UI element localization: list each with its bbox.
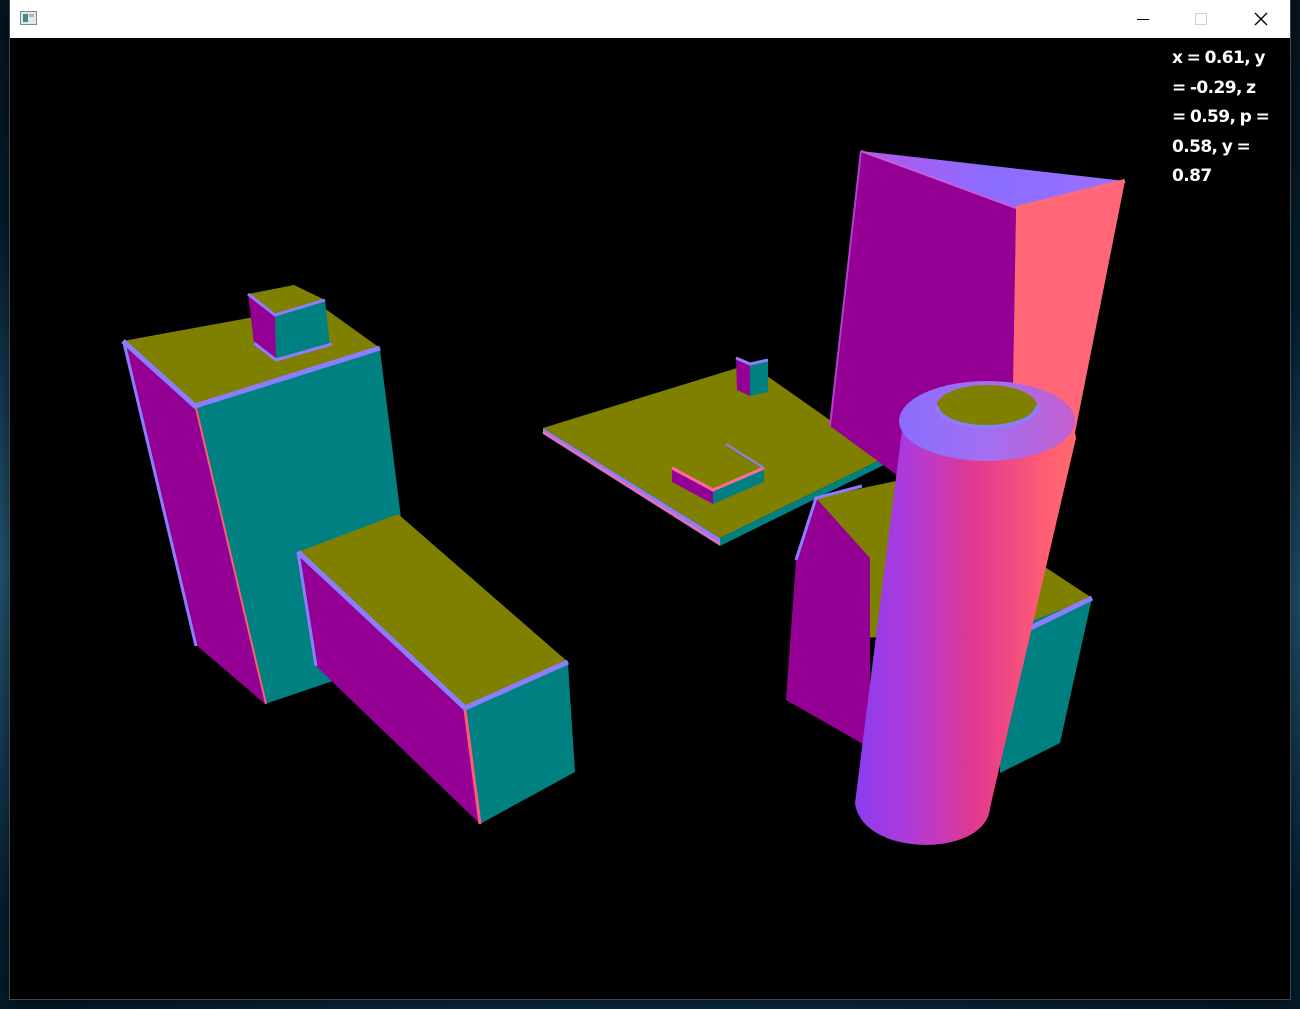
- title-bar[interactable]: [10, 0, 1290, 38]
- render-viewport[interactable]: x = 0.61, y = -0.29, z = 0.59, p = 0.58,…: [10, 38, 1290, 999]
- maximize-icon: [1195, 13, 1207, 25]
- platform-small-box-back-teal: [750, 360, 768, 396]
- app-window-icon[interactable]: [20, 11, 37, 25]
- scene-canvas: [121, 150, 1126, 845]
- desktop-background: x = 0.61, y = -0.29, z = 0.59, p = 0.58,…: [0, 0, 1300, 1009]
- minimize-button[interactable]: [1114, 0, 1172, 38]
- close-icon: [1254, 12, 1268, 26]
- long-bar: [296, 514, 575, 825]
- minimize-icon: [1137, 19, 1149, 20]
- app-window: x = 0.61, y = -0.29, z = 0.59, p = 0.58,…: [10, 0, 1290, 999]
- camera-position-readout: x = 0.61, y = -0.29, z = 0.59, p = 0.58,…: [1172, 48, 1270, 186]
- maximize-button[interactable]: [1172, 0, 1230, 38]
- small-box-top: [247, 285, 333, 362]
- close-button[interactable]: [1232, 0, 1290, 38]
